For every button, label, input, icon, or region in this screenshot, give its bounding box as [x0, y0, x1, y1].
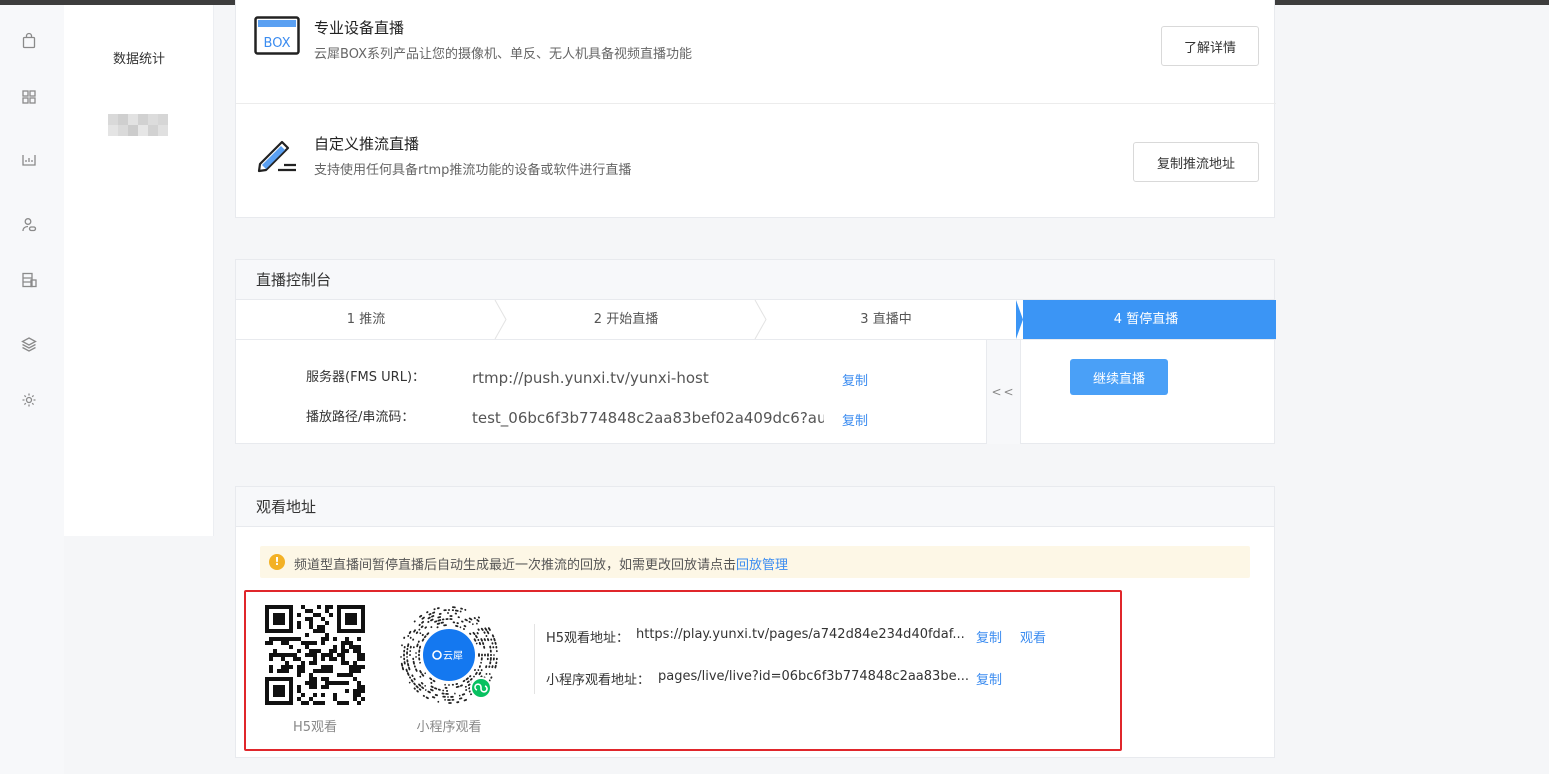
stream-key-label: 播放路径/串流码： [306, 410, 415, 425]
step-live: 3 直播中 [860, 312, 912, 327]
icon-rail [0, 5, 64, 774]
box-device-icon: BOX [254, 16, 300, 56]
mini-url-value: pages/live/live?id=06bc6f3b774848c2aa83b… [658, 669, 969, 684]
h5-qr-caption: H5观看 [292, 720, 338, 735]
learn-more-button[interactable]: 了解详情 [1161, 26, 1259, 66]
grid-icon[interactable] [20, 88, 38, 106]
continue-live-button[interactable]: 继续直播 [1070, 359, 1168, 395]
mini-qr-caption: 小程序观看 [416, 720, 482, 735]
copy-stream-key-link[interactable]: 复制 [842, 410, 868, 429]
mode-row-pro: BOX 专业设备直播 云犀BOX系列产品让您的摄像机、单反、无人机具备视频直播功… [236, 0, 1276, 103]
h5-url-label: H5观看地址： [546, 631, 630, 646]
watch-links-box: H5观看 云犀 小程序观看 H5观看地址： https://play.yunxi… [244, 590, 1122, 751]
server-label: 服务器(FMS URL)： [306, 370, 426, 385]
svg-text:BOX: BOX [264, 36, 291, 51]
step-notch [1016, 300, 1023, 339]
divider [534, 624, 535, 694]
step-paused: 4 暂停直播 [1016, 300, 1276, 339]
mini-program-code: 云犀 [397, 603, 501, 707]
mode-title-custom: 自定义推流直播 [314, 135, 420, 153]
svg-text:云犀: 云犀 [443, 650, 463, 662]
mode-title-pro: 专业设备直播 [314, 19, 405, 37]
live-modes-card: BOX 专业设备直播 云犀BOX系列产品让您的摄像机、单反、无人机具备视频直播功… [235, 0, 1276, 218]
console-title: 直播控制台 [236, 260, 1274, 300]
blurred-item [108, 114, 168, 136]
mode-row-custom: 自定义推流直播 支持使用任何具备rtmp推流功能的设备或软件进行直播 复制推流地… [236, 103, 1276, 217]
settings-icon[interactable] [20, 391, 38, 409]
sub-nav: 数据统计 [64, 5, 214, 536]
copy-mini-url-link[interactable]: 复制 [976, 669, 1002, 688]
watch-title: 观看地址 [236, 487, 1274, 527]
copy-server-link[interactable]: 复制 [842, 370, 868, 389]
stream-key-value: test_06bc6f3b774848c2aa83bef02a409dc6?au… [472, 409, 824, 427]
database-icon[interactable] [20, 271, 38, 289]
server-value: rtmp://push.yunxi.tv/yunxi-host [472, 369, 709, 387]
view-h5-link[interactable]: 观看 [1020, 627, 1046, 646]
gauge-icon[interactable] [20, 151, 38, 169]
layers-icon[interactable] [20, 335, 38, 353]
live-console-card: 直播控制台 1 推流 2 开始直播 3 直播中 4 暂停直播 服务器(FMS U… [235, 259, 1276, 444]
replay-notice: ! 频道型直播间暂停直播后自动生成最近一次推流的回放，如需更改回放请点击回放管理 [260, 546, 1250, 578]
collapse-panel-button[interactable]: << [986, 340, 1021, 444]
watch-address-card: 观看地址 ! 频道型直播间暂停直播后自动生成最近一次推流的回放，如需更改回放请点… [235, 486, 1275, 758]
user-link-icon[interactable] [20, 216, 38, 234]
copy-h5-url-link[interactable]: 复制 [976, 627, 1002, 646]
pen-edit-icon [254, 134, 300, 174]
step-start: 2 开始直播 [593, 312, 659, 327]
mode-desc-custom: 支持使用任何具备rtmp推流功能的设备或软件进行直播 [314, 163, 632, 178]
mode-desc-pro: 云犀BOX系列产品让您的摄像机、单反、无人机具备视频直播功能 [314, 47, 692, 62]
subnav-item-stats[interactable]: 数据统计 [64, 48, 214, 67]
bag-icon[interactable] [20, 32, 38, 50]
warning-icon: ! [269, 554, 285, 570]
h5-qr-code [265, 605, 365, 705]
copy-push-url-button[interactable]: 复制推流地址 [1133, 142, 1259, 182]
replay-manage-link[interactable]: 回放管理 [736, 558, 788, 573]
step-push: 1 推流 [346, 312, 386, 327]
notice-text: 频道型直播间暂停直播后自动生成最近一次推流的回放，如需更改回放请点击 [294, 558, 737, 573]
step-bar: 1 推流 2 开始直播 3 直播中 4 暂停直播 [236, 300, 1276, 340]
h5-url-value: https://play.yunxi.tv/pages/a742d84e234d… [636, 627, 965, 642]
mini-url-label: 小程序观看地址： [546, 673, 651, 688]
